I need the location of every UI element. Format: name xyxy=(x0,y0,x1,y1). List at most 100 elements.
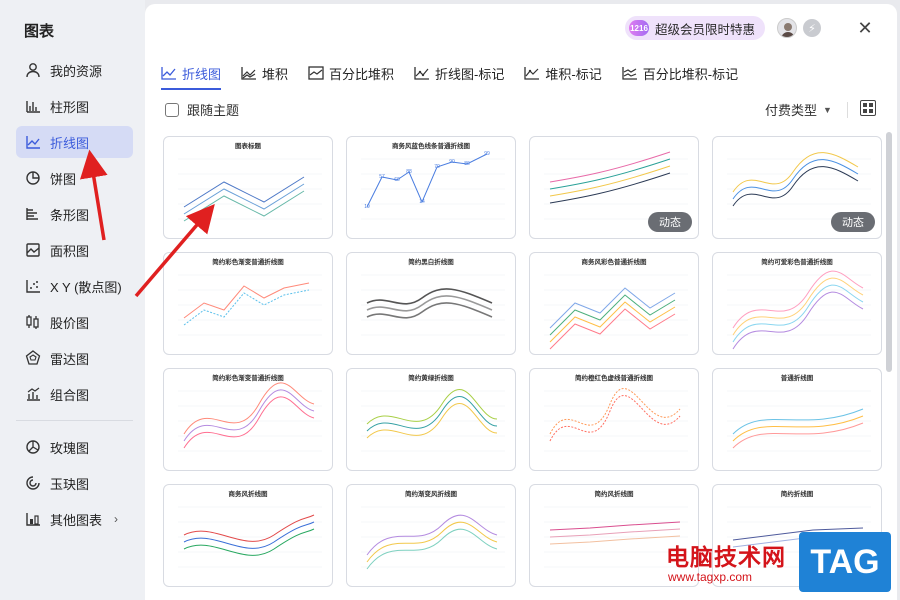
ring-chart-icon xyxy=(24,474,42,492)
close-button[interactable]: ✕ xyxy=(855,18,875,38)
chart-template-card[interactable]: 简约渐变风折线图 xyxy=(346,484,516,587)
sidebar-item-label: 饼图 xyxy=(50,171,77,187)
chart-template-card[interactable]: 动态 xyxy=(529,136,699,239)
chart-template-card[interactable]: 图表标题 xyxy=(163,136,333,239)
sidebar-title: 图表 xyxy=(24,23,55,40)
sidebar-item-other[interactable]: 其他图表 › xyxy=(16,503,133,535)
scrollbar[interactable] xyxy=(886,132,892,372)
preview-data-label: 86 xyxy=(464,161,470,167)
preview-series-line xyxy=(183,389,315,442)
vip-promo-badge[interactable]: 1216 超级会员限时特惠 xyxy=(625,16,766,40)
tab-line[interactable]: 折线图 xyxy=(161,58,222,90)
sidebar-item-rose[interactable]: 玫瑰图 xyxy=(16,431,133,463)
sidebar-item-column[interactable]: 柱形图 xyxy=(16,90,133,122)
bar-chart-icon xyxy=(24,205,42,223)
preview-series-line xyxy=(549,528,681,538)
sidebar-item-line[interactable]: 折线图 xyxy=(16,126,133,158)
preview-series-line xyxy=(366,388,498,425)
follow-theme-checkbox[interactable]: 跟随主题 xyxy=(165,100,239,119)
chart-template-card[interactable]: 简约橙红色虚线普通折线图 xyxy=(529,368,699,471)
chart-template-card[interactable]: 商务风折线图 xyxy=(163,484,333,587)
toolbar-divider xyxy=(847,102,848,118)
tab-label: 折线图-标记 xyxy=(435,66,505,82)
template-preview-chart xyxy=(178,274,322,336)
sidebar-item-scatter[interactable]: X Y (散点图) xyxy=(16,270,133,302)
chart-template-card[interactable]: 简约彩色渐变普通折线图 xyxy=(163,368,333,471)
sidebar-item-label: 折线图 xyxy=(50,135,90,151)
preview-series-line xyxy=(366,528,498,570)
chart-template-card[interactable]: 动态 xyxy=(712,136,882,239)
preview-series-line xyxy=(732,152,859,193)
preview-data-label: 14 xyxy=(419,199,425,205)
preview-data-label: 70 xyxy=(434,164,440,170)
pay-type-label: 付费类型 xyxy=(765,103,818,118)
tab-label: 百分比堆积-标记 xyxy=(642,66,739,82)
sidebar-item-label: 我的资源 xyxy=(50,63,103,79)
pay-type-dropdown[interactable]: 付费类型 ▼ xyxy=(765,100,832,119)
template-preview-chart xyxy=(361,274,505,336)
stacked-marker-icon xyxy=(524,66,540,80)
chart-template-card[interactable]: 商务风彩色普通折线图 xyxy=(529,252,699,355)
avatar[interactable] xyxy=(777,18,797,38)
preview-series-line xyxy=(183,521,315,549)
preview-series-line xyxy=(183,514,315,542)
sidebar-item-area[interactable]: 面积图 xyxy=(16,234,133,266)
sidebar-item-stock[interactable]: 股价图 xyxy=(16,306,133,338)
chart-template-card[interactable]: 简约黄绿折线图 xyxy=(346,368,516,471)
checkbox[interactable] xyxy=(165,102,179,117)
chart-template-card[interactable]: 商务风蓝色线条普通折线图 19 57 60 88 14 70 90 86 99 xyxy=(346,136,516,239)
template-preview-chart xyxy=(361,506,505,570)
column-chart-icon xyxy=(24,97,42,115)
preview-data-label: 88 xyxy=(406,169,412,175)
preview-series-line xyxy=(732,408,864,435)
preview-data-label: 99 xyxy=(484,151,490,157)
preview-series-line xyxy=(366,395,498,432)
watermark-url: www.tagxp.com xyxy=(668,570,753,584)
percent-stacked-icon xyxy=(308,66,324,80)
tab-line-marked[interactable]: 折线图-标记 xyxy=(414,58,504,88)
preview-series-line xyxy=(732,166,859,207)
template-preview-chart xyxy=(178,506,322,568)
watermark-text: 电脑技术网 xyxy=(666,544,786,570)
percent-stacked-marker-icon xyxy=(622,66,638,80)
sidebar-item-pie[interactable]: 饼图 xyxy=(16,162,133,194)
preview-series-line xyxy=(183,382,315,435)
tab-stacked[interactable]: 堆积 xyxy=(241,58,288,88)
preview-series-line xyxy=(366,521,498,563)
template-preview-chart xyxy=(727,390,871,452)
watermark-tag-logo: TAG xyxy=(799,532,891,592)
sidebar-item-radar[interactable]: 雷达图 xyxy=(16,342,133,374)
lightning-icon[interactable]: ⚡ xyxy=(803,19,821,37)
chart-template-card[interactable]: 普通折线图 xyxy=(712,368,882,471)
sidebar-item-bar[interactable]: 条形图 xyxy=(16,198,133,230)
tab-percent-stacked-marked[interactable]: 百分比堆积-标记 xyxy=(622,58,738,88)
chart-template-card[interactable]: 简约可爱彩色普通折线图 xyxy=(712,252,882,355)
tab-label: 折线图 xyxy=(182,66,222,82)
preview-data-label: 19 xyxy=(364,204,370,210)
combo-chart-icon xyxy=(24,385,42,403)
sidebar-item-combo[interactable]: 组合图 xyxy=(16,378,133,410)
preview-series-line xyxy=(549,172,671,204)
sidebar-item-ring[interactable]: 玉玦图 xyxy=(16,467,133,499)
tab-stacked-marked[interactable]: 堆积-标记 xyxy=(524,58,602,88)
preview-series-line xyxy=(183,396,315,449)
animated-badge: 动态 xyxy=(648,212,692,232)
preview-series-line xyxy=(549,395,681,442)
chart-template-card[interactable]: 简约黑白折线图 xyxy=(346,252,516,355)
tab-label: 堆积 xyxy=(262,66,289,82)
line-marker-icon xyxy=(414,66,430,80)
sidebar: 图表 我的资源 柱形图 折线图 饼图 条形图 面积图 X Y (散点图) 股价图… xyxy=(0,0,145,600)
pie-chart-icon xyxy=(24,169,42,187)
tab-percent-stacked[interactable]: 百分比堆积 xyxy=(308,58,394,88)
sidebar-item-label: 雷达图 xyxy=(50,351,90,367)
rose-chart-icon xyxy=(24,438,42,456)
sidebar-item-my-resources[interactable]: 我的资源 xyxy=(16,54,133,86)
chart-template-card[interactable]: 简约彩色渐变普通折线图 xyxy=(163,252,333,355)
grid-view-icon[interactable] xyxy=(860,100,876,116)
sidebar-item-label: 条形图 xyxy=(50,207,90,223)
radar-chart-icon xyxy=(24,349,42,367)
line-chart-icon xyxy=(161,66,177,80)
template-gallery: 图表标题 商务风蓝色线条普通折线图 19 57 60 88 14 70 90 86 99 动态 动态 简约… xyxy=(163,132,883,600)
sidebar-item-label: 其他图表 xyxy=(50,512,103,528)
chart-subtype-tabs: 折线图 堆积 百分比堆积 折线图-标记 堆积-标记 百分比堆积-标记 xyxy=(161,58,758,90)
